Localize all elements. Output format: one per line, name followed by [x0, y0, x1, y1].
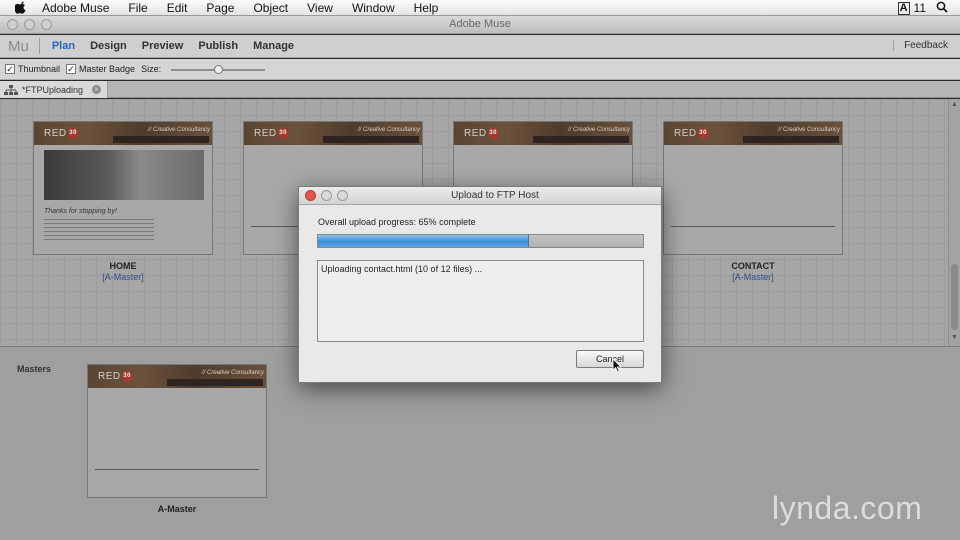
- brand-badge: 30: [697, 128, 709, 139]
- page-name-home: HOME: [109, 261, 137, 271]
- thumb-nav: [167, 379, 263, 386]
- upload-progress-bar: [317, 234, 644, 248]
- master-badge-label: Master Badge: [79, 64, 136, 74]
- scrollbar-thumb[interactable]: [951, 264, 958, 330]
- menu-window[interactable]: Window: [352, 1, 395, 15]
- page-thumbnail-home[interactable]: RED 30 // Creative Consultancy Thanks for…: [33, 121, 213, 255]
- nav-preview[interactable]: Preview: [142, 40, 184, 52]
- mouse-pointer-icon: [612, 358, 622, 373]
- page-thumbnail-contact[interactable]: RED 30 // Creative Consultancy: [663, 121, 843, 255]
- brand-text: RED: [254, 128, 277, 140]
- upload-progress-fill: [318, 235, 530, 247]
- menu-object[interactable]: Object: [253, 1, 288, 15]
- thumb-footer-rule: [95, 469, 259, 470]
- apple-menu-icon[interactable]: [14, 1, 28, 15]
- thumb-tagline: // Creative Consultancy: [568, 127, 631, 133]
- tab-label: *FTPUploading: [22, 84, 84, 95]
- upload-log-text: Uploading contact.html (10 of 12 files) …: [321, 264, 483, 274]
- nav-manage[interactable]: Manage: [253, 40, 294, 52]
- plan-vertical-scrollbar[interactable]: ▲ ▼: [948, 99, 960, 346]
- dialog-title-bar: Upload to FTP Host: [299, 187, 661, 205]
- cancel-button[interactable]: Cancel: [576, 350, 644, 368]
- scroll-up-icon[interactable]: ▲: [950, 101, 959, 110]
- thumbnail-checkbox[interactable]: ✓: [5, 64, 15, 74]
- brand-text: RED: [44, 128, 67, 140]
- masters-label: Masters: [17, 364, 52, 374]
- master-badge-contact[interactable]: [A-Master]: [663, 272, 843, 282]
- thumb-nav: [533, 136, 629, 143]
- adobe-status-icon[interactable]: A: [897, 1, 910, 15]
- thumbnail-label: Thumbnail: [18, 64, 61, 74]
- mode-nav-bar: Mu Plan Design Preview Publish Manage Fe…: [0, 35, 960, 58]
- scroll-down-icon[interactable]: ▼: [950, 334, 959, 343]
- thumb-tagline: // Creative Consultancy: [358, 127, 421, 133]
- dialog-title: Upload to FTP Host: [451, 190, 539, 201]
- thumb-brand: RED 30: [98, 371, 133, 382]
- progress-label: Overall upload progress: 65% complete: [318, 217, 476, 227]
- feedback-link[interactable]: Feedback: [893, 40, 948, 51]
- status-count: 11: [913, 1, 926, 15]
- size-slider[interactable]: [171, 64, 266, 74]
- window-title-bar: Adobe Muse: [0, 16, 960, 34]
- thumb-nav: [113, 136, 209, 143]
- thumb-nav: [323, 136, 419, 143]
- window-title: Adobe Muse: [449, 18, 511, 30]
- spotlight-icon[interactable]: [936, 1, 948, 16]
- thumb-brand: RED 30: [44, 128, 79, 139]
- thumb-tagline: // Creative Consultancy: [202, 370, 265, 376]
- menu-page[interactable]: Page: [206, 1, 234, 15]
- menu-file[interactable]: File: [128, 1, 147, 15]
- menu-app-name[interactable]: Adobe Muse: [42, 1, 109, 15]
- brand-badge: 30: [121, 371, 133, 382]
- menu-help[interactable]: Help: [414, 1, 439, 15]
- muse-logo: Mu: [8, 37, 29, 55]
- document-tab-strip: *FTPUploading ×: [0, 81, 960, 98]
- lynda-watermark: lynda.com: [772, 490, 923, 526]
- size-label: Size:: [141, 64, 162, 74]
- sitemap-icon: [4, 84, 18, 95]
- thumb-brand: RED 30: [254, 128, 289, 139]
- thumb-tagline: // Creative Consultancy: [778, 127, 841, 133]
- brand-text: RED: [98, 371, 121, 383]
- nav-divider: [38, 38, 40, 54]
- thumb-brand: RED 30: [674, 128, 709, 139]
- upload-ftp-dialog: Upload to FTP Host Overall upload progre…: [298, 186, 662, 383]
- nav-design[interactable]: Design: [90, 40, 127, 52]
- tab-close-icon[interactable]: ×: [92, 85, 101, 94]
- brand-text: RED: [464, 128, 487, 140]
- menu-extras: A 11: [897, 0, 948, 16]
- thumb-footer-rule: [671, 226, 835, 227]
- size-slider-thumb[interactable]: [214, 64, 224, 74]
- page-name-contact: CONTACT: [731, 261, 775, 271]
- thumb-text: [44, 219, 154, 243]
- brand-text: RED: [674, 128, 697, 140]
- thumb-tagline: // Creative Consultancy: [148, 127, 211, 133]
- menu-bar: Adobe Muse File Edit Page Object View Wi…: [0, 0, 960, 16]
- thumb-heading: Thanks for stopping by!: [44, 208, 117, 215]
- menu-view[interactable]: View: [307, 1, 333, 15]
- brand-badge: 30: [67, 128, 79, 139]
- master-badge-checkbox[interactable]: ✓: [66, 64, 77, 74]
- menu-edit[interactable]: Edit: [167, 1, 188, 15]
- master-thumbnail-a[interactable]: RED 30 // Creative Consultancy: [87, 364, 267, 498]
- thumb-brand: RED 30: [464, 128, 499, 139]
- master-name: A-Master: [157, 504, 197, 514]
- plan-options-bar: ✓ Thumbnail ✓ Master Badge Size:: [0, 59, 960, 80]
- thumb-nav: [743, 136, 839, 143]
- upload-log[interactable]: Uploading contact.html (10 of 12 files) …: [317, 260, 644, 342]
- brand-badge: 30: [487, 128, 499, 139]
- brand-badge: 30: [277, 128, 289, 139]
- nav-plan[interactable]: Plan: [52, 40, 75, 52]
- nav-publish[interactable]: Publish: [198, 40, 238, 52]
- master-badge-home[interactable]: [A-Master]: [33, 272, 213, 282]
- thumb-hero-image: [44, 150, 204, 200]
- tab-ftpuploading[interactable]: *FTPUploading ×: [0, 81, 108, 98]
